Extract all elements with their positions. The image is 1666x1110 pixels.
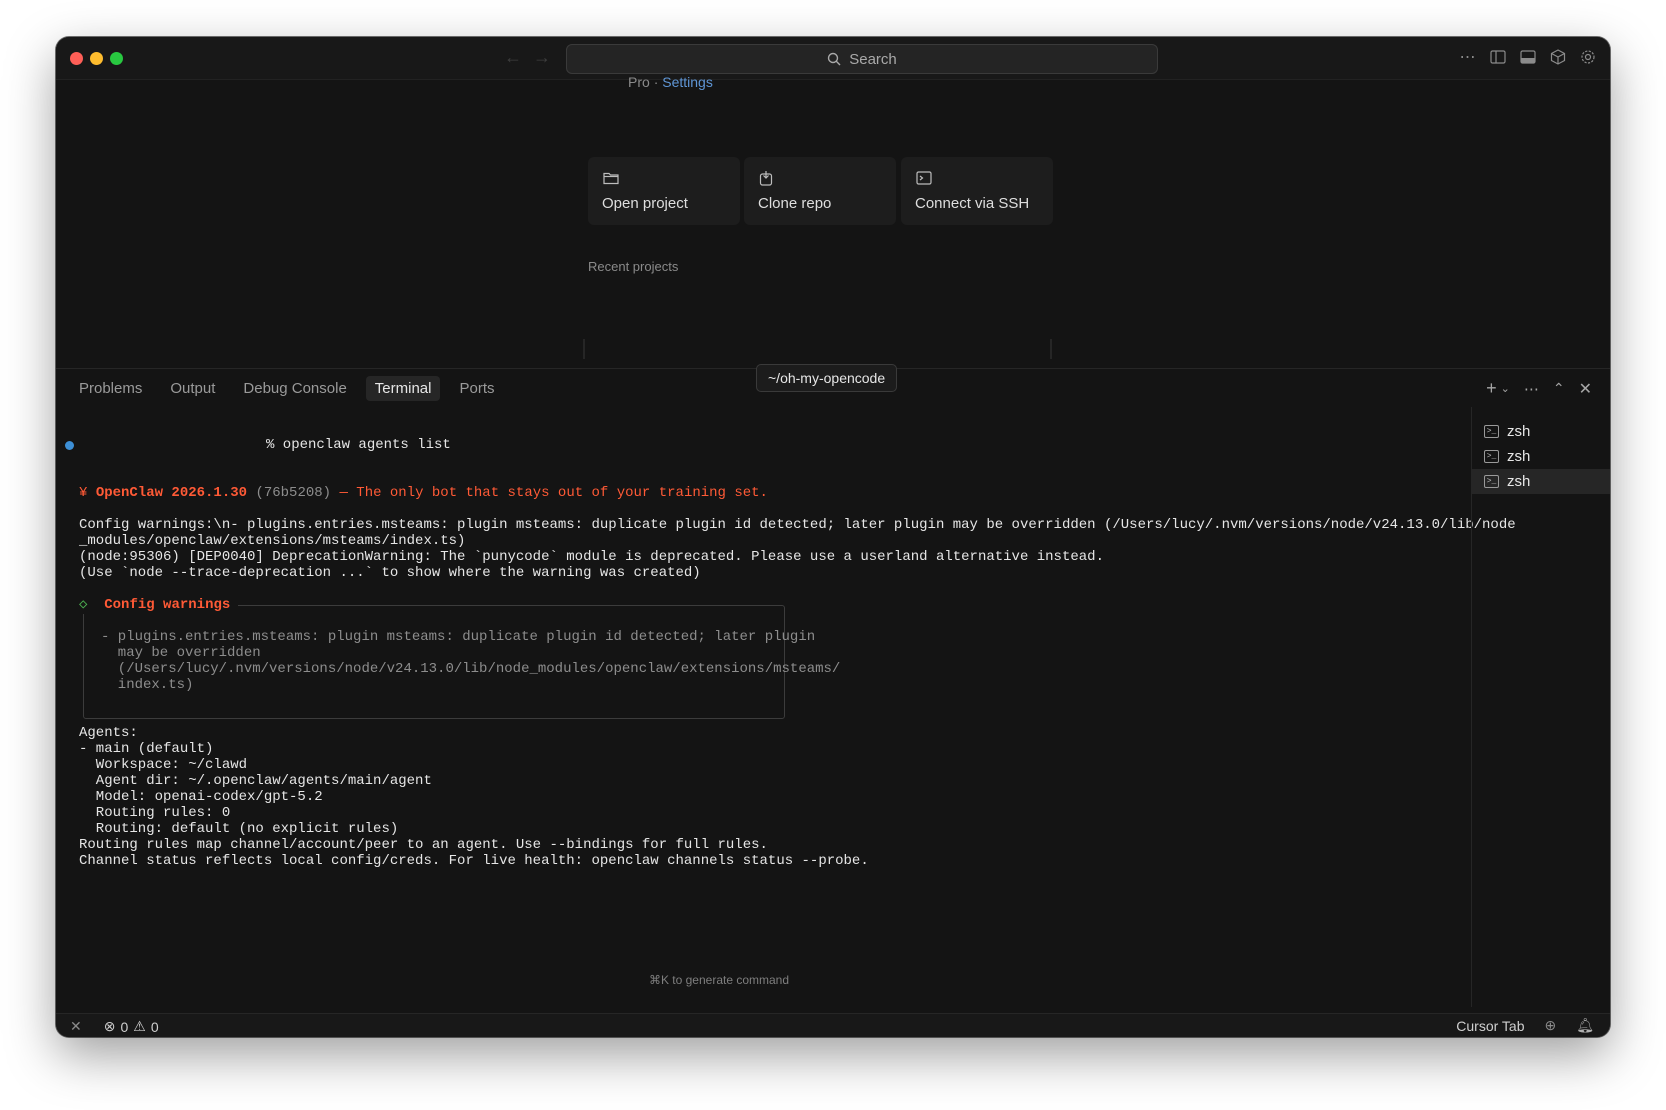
agents-line: Agent dir: ~/.openclaw/agents/main/agent — [79, 773, 432, 789]
editor-window: ← → Search ⋯ Pro · Settings Open project… — [56, 37, 1610, 1037]
breadcrumb-separator: · — [653, 74, 659, 90]
terminal-session-list: >_ zsh >_ zsh >_ zsh — [1471, 407, 1610, 1007]
clone-repo-label: Clone repo — [758, 195, 832, 212]
new-terminal-icon[interactable]: + — [1486, 378, 1497, 399]
agents-line: Routing: default (no explicit rules) — [79, 821, 399, 837]
bottom-panel: Problems Output Debug Console Terminal P… — [56, 364, 1610, 1007]
banner-tagline: — The only bot that stays out of your tr… — [339, 485, 768, 501]
terminal-icon: >_ — [1484, 450, 1499, 463]
status-bar: ✕ ⊗ 0 ⚠ 0 Cursor Tab ⊕ 🔔︎ — [56, 1013, 1610, 1037]
cube-icon[interactable] — [1549, 48, 1566, 65]
settings-gear-icon[interactable] — [1579, 48, 1596, 65]
error-count: 0 — [120, 1018, 129, 1035]
terminal-output[interactable]: % openclaw agents list ¥ OpenClaw 2026.1… — [56, 407, 1516, 997]
session-label: zsh — [1507, 448, 1531, 465]
box-line: may be overridden — [101, 645, 261, 661]
chevron-down-icon[interactable]: ⌄ — [1501, 382, 1510, 395]
box-line: (/Users/lucy/.nvm/versions/node/v24.13.0… — [101, 661, 841, 677]
connect-ssh-card[interactable]: Connect via SSH — [901, 157, 1053, 225]
generate-command-hint: ⌘K to generate command — [648, 973, 790, 987]
plan-label: Pro — [628, 74, 650, 90]
session-label: zsh — [1507, 423, 1531, 440]
terminal-icon: >_ — [1484, 425, 1499, 438]
cursor-tab-status[interactable]: Cursor Tab — [1456, 1018, 1524, 1034]
agents-line: - main (default) — [79, 741, 214, 757]
warning-count: 0 — [150, 1018, 159, 1035]
title-bar: ← → Search ⋯ — [56, 37, 1610, 80]
warning-icon: ⚠ — [133, 1018, 146, 1034]
command-status-dot — [65, 441, 74, 450]
panel-tabs: Problems Output Debug Console Terminal P… — [70, 376, 504, 401]
session-item[interactable]: >_ zsh — [1472, 419, 1610, 444]
diamond-icon: ◇ — [79, 597, 88, 613]
folder-icon — [603, 172, 619, 185]
warning-line: (node:95306) [DEP0040] DeprecationWarnin… — [79, 549, 1104, 565]
box-line: index.ts) — [101, 677, 194, 693]
maximize-window-button[interactable] — [110, 52, 123, 65]
config-warnings-title: ◇ Config warnings — [79, 597, 239, 614]
terminal-prompt: % openclaw agents list — [266, 437, 451, 453]
divider — [583, 339, 585, 359]
search-icon — [828, 52, 841, 66]
search-placeholder: Search — [849, 50, 897, 68]
warning-line: (Use `node --trace-deprecation ...` to s… — [79, 565, 701, 581]
tab-terminal[interactable]: Terminal — [365, 376, 441, 401]
clone-repo-card[interactable]: Clone repo — [744, 157, 896, 225]
toggle-sidebar-icon[interactable] — [1489, 48, 1506, 65]
agents-line: Workspace: ~/clawd — [79, 757, 248, 773]
breadcrumb: Pro · Settings — [628, 74, 713, 90]
clone-icon — [759, 171, 773, 186]
back-arrow-icon[interactable]: ← — [504, 47, 522, 68]
session-label: zsh — [1507, 473, 1531, 490]
more-icon[interactable]: ⋯ — [1459, 48, 1476, 66]
config-warnings-label: Config warnings — [104, 597, 231, 613]
session-item[interactable]: >_ zsh — [1472, 469, 1610, 494]
error-icon: ⊗ — [103, 1018, 116, 1034]
warning-line: _modules/openclaw/extensions/msteams/ind… — [79, 533, 466, 549]
divider — [1050, 339, 1052, 359]
lobster-icon: ¥ — [79, 485, 88, 501]
forward-arrow-icon[interactable]: → — [533, 47, 551, 68]
recent-projects-label: Recent projects — [588, 259, 679, 274]
bell-icon[interactable]: 🔔︎ — [1576, 1017, 1594, 1034]
settings-link[interactable]: Settings — [662, 74, 713, 90]
agents-line: Model: openai-codex/gpt-5.2 — [79, 789, 323, 805]
warning-line: Config warnings:\n- plugins.entries.mste… — [79, 517, 1516, 533]
zoom-icon[interactable]: ⊕ — [1544, 1017, 1556, 1034]
connect-ssh-label: Connect via SSH — [915, 195, 1030, 212]
close-panel-icon[interactable]: ✕ — [1579, 379, 1592, 399]
toggle-panel-icon[interactable] — [1519, 48, 1536, 65]
tab-output[interactable]: Output — [161, 376, 224, 401]
problems-status[interactable]: ⊗ 0 ⚠ 0 — [104, 1018, 159, 1035]
agents-line: Agents: — [79, 725, 138, 741]
agents-line: Routing rules: 0 — [79, 805, 231, 821]
terminal-path-tooltip: ~/oh-my-opencode — [756, 364, 898, 392]
tab-ports[interactable]: Ports — [450, 376, 503, 401]
welcome-view: Pro · Settings Open project Clone repo C… — [56, 74, 1610, 368]
terminal-icon: >_ — [1484, 475, 1499, 488]
search-bar[interactable]: Search — [566, 44, 1158, 74]
banner-hash: (76b5208) — [255, 485, 332, 501]
tab-problems[interactable]: Problems — [70, 376, 151, 401]
more-icon[interactable]: ⋯ — [1524, 380, 1539, 398]
open-project-label: Open project — [602, 195, 688, 212]
open-project-card[interactable]: Open project — [588, 157, 740, 225]
session-item[interactable]: >_ zsh — [1472, 444, 1610, 469]
maximize-panel-icon[interactable]: ⌃ — [1553, 380, 1565, 397]
box-line: - plugins.entries.msteams: plugin msteam… — [101, 629, 816, 645]
tab-debug-console[interactable]: Debug Console — [234, 376, 355, 401]
agents-line: Routing rules map channel/account/peer t… — [79, 837, 768, 853]
banner-name: OpenClaw 2026.1.30 — [95, 485, 248, 501]
banner-line: ¥ OpenClaw 2026.1.30 (76b5208) — The onl… — [79, 485, 768, 502]
close-window-button[interactable] — [70, 52, 83, 65]
agents-line: Channel status reflects local config/cre… — [79, 853, 869, 869]
terminal-icon — [916, 171, 932, 185]
minimize-window-button[interactable] — [90, 52, 103, 65]
remote-icon[interactable]: ✕ — [70, 1018, 82, 1035]
